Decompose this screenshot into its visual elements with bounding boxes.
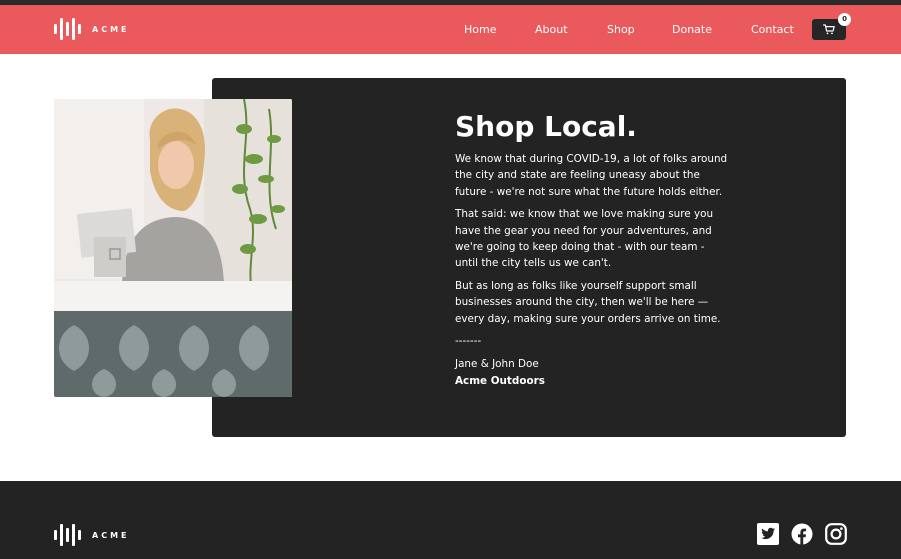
logo-wordmark: ACME (92, 530, 130, 540)
signature-divider: ------- (455, 335, 482, 348)
main-content: Shop Local. We know that during COVID-19… (455, 108, 745, 389)
twitter-icon[interactable] (757, 523, 779, 545)
cart-count-badge: 0 (838, 13, 851, 26)
nav-contact-link[interactable]: Contact (751, 5, 794, 54)
cart-icon (823, 24, 835, 35)
facebook-icon[interactable] (791, 523, 813, 545)
shop-owner-photo (54, 99, 292, 397)
nav-home-link[interactable]: Home (464, 5, 496, 54)
paragraph-gear: That said: we know that we love making s… (455, 208, 714, 270)
signature-names: Jane & John Doe (455, 358, 539, 371)
footer-logo[interactable]: ACME (54, 524, 130, 546)
page-title: Shop Local. (455, 110, 637, 143)
nav-donate-link[interactable]: Donate (672, 5, 712, 54)
paragraph-support: But as long as folks like yourself suppo… (455, 280, 721, 325)
main-nav: Home About Shop Donate Contact (0, 5, 901, 54)
signature-company: Acme Outdoors (455, 374, 545, 387)
instagram-icon[interactable] (825, 523, 847, 545)
paragraph-covid: We know that during COVID-19, a lot of f… (455, 153, 728, 198)
logo-mark-icon (54, 524, 82, 546)
site-footer (0, 481, 901, 559)
nav-about-link[interactable]: About (535, 5, 568, 54)
nav-shop-link[interactable]: Shop (607, 5, 635, 54)
